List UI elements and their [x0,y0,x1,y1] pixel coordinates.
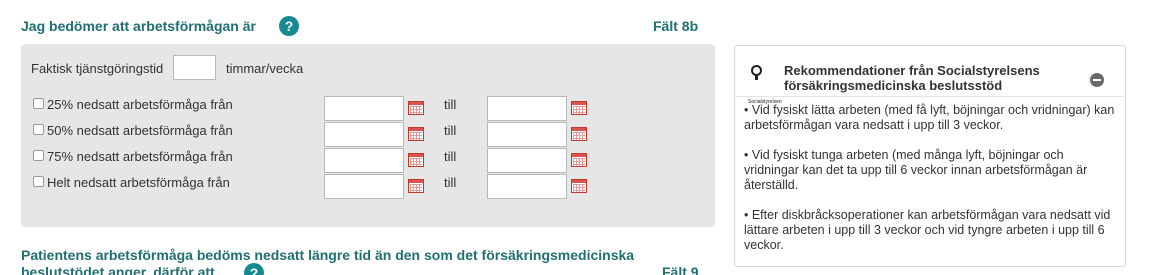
to-date-full-input[interactable] [487,174,567,199]
to-date-25-input[interactable] [487,96,567,121]
help-icon[interactable]: ? [279,16,299,36]
checkbox-full[interactable] [33,176,44,187]
divider [736,96,1124,97]
next-section-title: Patientens arbetsförmåga bedöms nedsatt … [21,247,635,275]
recommendation-item: • Vid fysiskt tunga arbeten (med många l… [744,148,1088,192]
till-label: till [444,175,457,190]
from-date-75-input[interactable] [324,148,404,173]
service-time-unit: timmar/vecka [226,61,304,76]
checkbox-50[interactable] [33,124,44,135]
till-label: till [444,97,457,112]
calendar-icon[interactable] [571,153,587,167]
to-date-50-input[interactable] [487,122,567,147]
till-label: till [444,149,457,164]
calendar-icon[interactable] [571,179,587,193]
calendar-icon[interactable] [408,153,424,167]
recommendations-header[interactable]: Socialstyrelsen Rekommendationer från So… [735,46,1125,105]
calendar-icon[interactable] [408,127,424,141]
recommendation-item: • Efter diskbråcksoperationer kan arbets… [744,208,1111,252]
field-number-9: Fält 9 [662,264,699,275]
recommendations-title: Rekommendationer från Socialstyrelsens f… [784,63,1040,93]
row-label-25: 25% nedsatt arbetsförmåga från [47,97,233,112]
calendar-icon[interactable] [571,127,587,141]
calendar-icon[interactable] [571,101,587,115]
row-label-75: 75% nedsatt arbetsförmåga från [47,149,233,164]
calendar-icon[interactable] [408,179,424,193]
calendar-icon[interactable] [408,101,424,115]
from-date-full-input[interactable] [324,174,404,199]
section-title: Jag bedömer att arbetsförmågan är [21,18,256,34]
to-date-75-input[interactable] [487,148,567,173]
from-date-50-input[interactable] [324,122,404,147]
recommendation-item: • Vid fysiskt lätta arbeten (med få lyft… [744,103,1115,132]
socialstyrelsen-logo: Socialstyrelsen [743,65,782,105]
service-time-label: Faktisk tjänstgöringstid [31,61,164,76]
checkbox-25[interactable] [33,98,44,109]
checkbox-75[interactable] [33,150,44,161]
row-label-50: 50% nedsatt arbetsförmåga från [47,123,233,138]
row-label-full: Helt nedsatt arbetsförmåga från [47,175,230,190]
till-label: till [444,123,457,138]
service-time-input[interactable] [173,55,216,80]
from-date-25-input[interactable] [324,96,404,121]
collapse-icon[interactable] [1090,73,1104,87]
field-number-8b: Fält 8b [653,18,699,34]
recommendations-panel: Socialstyrelsen Rekommendationer från So… [734,45,1126,267]
